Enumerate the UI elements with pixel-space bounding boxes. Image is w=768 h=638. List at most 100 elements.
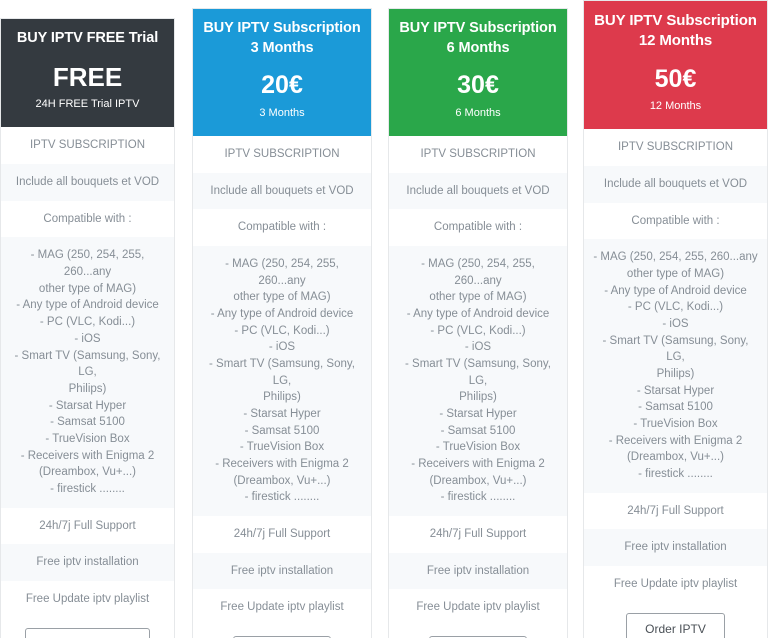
feature-bouquets: Include all bouquets et VOD: [584, 165, 767, 203]
card-footer: Order IPTV: [389, 626, 567, 638]
feature-list: IPTV SUBSCRIPTION Include all bouquets e…: [389, 135, 567, 627]
plan-title: BUY IPTV Subscription 12 Months: [594, 12, 757, 50]
device-line: - PC (VLC, Kodi...): [430, 324, 526, 337]
device-line: - Samsat 5100: [440, 424, 516, 437]
feature-support: 24h/7j Full Support: [1, 507, 174, 545]
device-line: - Any type of Android device: [406, 307, 550, 320]
device-line: - Starsat Hyper: [439, 407, 517, 420]
plan-period: 24H FREE Trial IPTV: [35, 98, 140, 111]
plan-price: 30€: [457, 71, 499, 100]
feature-subscription: IPTV SUBSCRIPTION: [193, 135, 371, 173]
plan-period: 6 Months: [455, 106, 501, 119]
feature-playlist-update: Free Update iptv playlist: [193, 589, 371, 627]
plan-title: BUY IPTV FREE Trial: [16, 30, 159, 46]
device-line: other type of MAG): [38, 282, 137, 295]
card-header-free-trial: BUY IPTV FREE Trial FREE 24H FREE Trial …: [1, 19, 174, 128]
plan-price: FREE: [52, 61, 123, 92]
feature-device-list: - MAG (250, 254, 255, 260...any other ty…: [389, 245, 567, 517]
feature-compatible-with: Compatible with :: [193, 209, 371, 246]
feature-list: IPTV SUBSCRIPTION Include all bouquets e…: [1, 127, 174, 618]
device-line: - MAG (250, 254, 255, 260...any: [225, 257, 339, 287]
device-line: - TrueVision Box: [633, 418, 718, 431]
device-line: Philips): [263, 391, 301, 404]
device-line: - PC (VLC, Kodi...): [627, 301, 724, 314]
device-line: - MAG (250, 254, 255, 260...any: [421, 257, 535, 287]
feature-subscription: IPTV SUBSCRIPTION: [584, 129, 767, 166]
device-line: - Smart TV (Samsung, Sony, LG,: [209, 357, 355, 387]
card-header-6-months: BUY IPTV Subscription 6 Months 30€ 6 Mon…: [389, 9, 567, 136]
device-line: - Smart TV (Samsung, Sony, LG,: [602, 334, 749, 364]
device-line: - iOS: [662, 318, 689, 330]
pricing-card-3-months: BUY IPTV Subscription 3 Months 20€ 3 Mon…: [192, 8, 372, 638]
device-line: - firestick ........: [440, 491, 516, 504]
device-line: - Receivers with Enigma 2: [608, 434, 743, 447]
feature-list: IPTV SUBSCRIPTION Include all bouquets e…: [193, 135, 371, 627]
feature-compatible-with: Compatible with :: [1, 200, 174, 238]
device-line: - Receivers with Enigma 2: [411, 458, 545, 470]
device-line: - Samsat 5100: [50, 416, 125, 429]
plan-title: BUY IPTV Subscription 6 Months: [399, 20, 557, 56]
feature-installation: Free iptv installation: [584, 529, 767, 567]
feature-bouquets: Include all bouquets et VOD: [193, 172, 371, 210]
plan-period: 3 Months: [259, 106, 305, 119]
device-line: - Any type of Android device: [604, 284, 747, 297]
device-line: other type of MAG): [233, 291, 331, 304]
pricing-card-6-months: BUY IPTV Subscription 6 Months 30€ 6 Mon…: [388, 8, 568, 638]
device-line: - Any type of Android device: [210, 307, 354, 320]
feature-installation: Free iptv installation: [389, 552, 567, 590]
device-line: - Receivers with Enigma 2: [215, 458, 349, 470]
feature-device-list: - MAG (250, 254, 255, 260...any other ty…: [193, 245, 371, 517]
feature-subscription: IPTV SUBSCRIPTION: [1, 127, 174, 165]
plan-price: 50€: [654, 64, 697, 93]
feature-subscription: IPTV SUBSCRIPTION: [389, 135, 567, 173]
card-footer: Order IPTV: [584, 602, 767, 638]
device-line: - TrueVision Box: [239, 441, 325, 454]
device-line: - TrueVision Box: [435, 441, 521, 454]
feature-installation: Free iptv installation: [193, 552, 371, 590]
feature-installation: Free iptv installation: [1, 544, 174, 581]
device-line: - Starsat Hyper: [243, 407, 321, 420]
feature-bouquets: Include all bouquets et VOD: [1, 164, 174, 201]
device-line: - iOS: [74, 332, 101, 345]
free-trial-button[interactable]: FREE Trial IPTV: [25, 627, 150, 638]
device-line: - firestick ........: [244, 491, 320, 504]
device-line: - Receivers with Enigma 2: [20, 449, 155, 462]
feature-support: 24h/7j Full Support: [193, 516, 371, 553]
device-line: - PC (VLC, Kodi...): [39, 316, 136, 329]
plan-price: 20€: [261, 71, 303, 100]
feature-device-list: - MAG (250, 254, 255, 260...any other ty…: [584, 239, 767, 493]
device-line: - MAG (250, 254, 255, 260...any: [30, 249, 145, 279]
device-line: (Dreambox, Vu+...): [626, 451, 725, 464]
feature-compatible-with: Compatible with :: [584, 202, 767, 240]
pricing-card-free-trial: BUY IPTV FREE Trial FREE 24H FREE Trial …: [0, 18, 175, 638]
plan-title: BUY IPTV Subscription 3 Months: [203, 20, 361, 56]
device-line: - iOS: [268, 341, 296, 354]
feature-bouquets: Include all bouquets et VOD: [389, 172, 567, 210]
feature-compatible-with: Compatible with :: [389, 209, 567, 246]
device-line: Philips): [68, 382, 107, 395]
order-iptv-button[interactable]: Order IPTV: [626, 612, 725, 638]
device-line: - firestick ........: [638, 468, 713, 481]
device-line: - PC (VLC, Kodi...): [234, 324, 330, 337]
feature-playlist-update: Free Update iptv playlist: [389, 589, 567, 627]
device-line: - TrueVision Box: [45, 432, 130, 445]
plan-period: 12 Months: [649, 100, 702, 112]
device-line: - Samsat 5100: [244, 424, 320, 437]
device-line: - iOS: [464, 341, 492, 354]
device-line: - Samsat 5100: [638, 401, 713, 414]
card-header-12-months: BUY IPTV Subscription 12 Months 50€ 12 M…: [584, 1, 767, 130]
feature-list: IPTV SUBSCRIPTION Include all bouquets e…: [584, 129, 767, 603]
device-line: - Starsat Hyper: [48, 399, 127, 412]
card-footer: Order IPTV: [193, 626, 371, 638]
feature-playlist-update: Free Update iptv playlist: [584, 566, 767, 603]
card-footer: FREE Trial IPTV: [1, 617, 174, 638]
card-header-3-months: BUY IPTV Subscription 3 Months 20€ 3 Mon…: [193, 9, 371, 136]
device-line: (Dreambox, Vu+...): [38, 466, 137, 479]
device-line: - Starsat Hyper: [636, 384, 715, 397]
feature-device-list: - MAG (250, 254, 255, 260...any other ty…: [1, 237, 174, 508]
device-line: Philips): [656, 368, 695, 381]
device-line: - MAG (250, 254, 255, 260...any: [593, 251, 758, 264]
device-line: Philips): [459, 391, 497, 404]
device-line: other type of MAG): [429, 291, 527, 304]
device-line: other type of MAG): [626, 267, 725, 280]
